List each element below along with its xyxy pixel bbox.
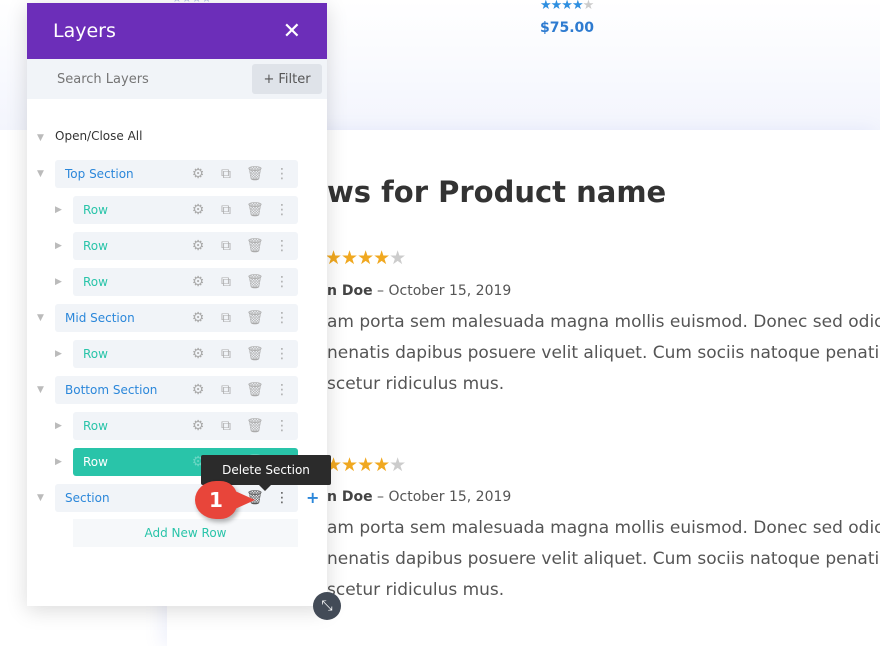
callout-badge: 1 bbox=[195, 481, 255, 519]
duplicate-icon[interactable]: ⧉ bbox=[218, 238, 234, 254]
layer-label: Bottom Section bbox=[65, 383, 158, 397]
layer-label: Row bbox=[83, 275, 108, 289]
layer-section[interactable]: Bottom Section ⚙ ⧉ 🗑︎ ⋮ bbox=[55, 376, 298, 404]
layers-header: Layers ✕ bbox=[27, 3, 327, 59]
caret-down-icon[interactable]: ▼ bbox=[37, 169, 44, 179]
layer-row[interactable]: Row ⚙ ⧉ 🗑︎ ⋮ bbox=[73, 196, 298, 224]
layer-actions: ⚙ ⧉ 🗑︎ ⋮ bbox=[190, 160, 290, 188]
caret-right-icon[interactable]: ▶ bbox=[55, 421, 62, 431]
trash-icon[interactable]: 🗑︎ bbox=[246, 382, 264, 398]
trash-icon[interactable]: 🗑︎ bbox=[246, 202, 264, 218]
gear-icon[interactable]: ⚙ bbox=[190, 346, 206, 362]
layer-actions: ⚙ ⧉ 🗑︎ ⋮ bbox=[190, 376, 290, 404]
gear-icon[interactable]: ⚙ bbox=[190, 310, 206, 326]
caret-down-icon[interactable]: ▼ bbox=[37, 133, 44, 143]
trash-icon[interactable]: 🗑︎ bbox=[246, 418, 264, 434]
layer-row[interactable]: Row ⚙ ⧉ 🗑︎ ⋮ bbox=[73, 232, 298, 260]
more-icon[interactable]: ⋮ bbox=[274, 166, 290, 182]
more-icon[interactable]: ⋮ bbox=[274, 310, 290, 326]
layer-actions: ⚙ ⧉ 🗑︎ ⋮ bbox=[190, 232, 290, 260]
trash-icon[interactable]: 🗑︎ bbox=[246, 346, 264, 362]
layers-panel: Layers ✕ +Filter ▼ Open/Close All ▼ Top S… bbox=[27, 3, 327, 606]
duplicate-icon[interactable]: ⧉ bbox=[218, 382, 234, 398]
gear-icon[interactable]: ⚙ bbox=[190, 274, 206, 290]
layer-label: Row bbox=[83, 239, 108, 253]
layer-label: Row bbox=[83, 347, 108, 361]
gear-icon[interactable]: ⚙ bbox=[190, 202, 206, 218]
review-author: n Doe – October 15, 2019 bbox=[327, 489, 512, 505]
layers-title: Layers bbox=[53, 20, 116, 42]
product-price: $75.00 bbox=[540, 20, 595, 36]
duplicate-icon[interactable]: ⧉ bbox=[218, 346, 234, 362]
layer-row[interactable]: Row ⚙ ⧉ 🗑︎ ⋮ bbox=[73, 412, 298, 440]
review-text: am porta sem malesuada magna mollis euis… bbox=[327, 518, 880, 600]
layer-label: Row bbox=[83, 203, 108, 217]
layer-row[interactable]: Row ⚙ ⧉ 🗑︎ ⋮ bbox=[73, 268, 298, 296]
more-icon[interactable]: ⋮ bbox=[274, 382, 290, 398]
layer-section[interactable]: Top Section ⚙ ⧉ 🗑︎ ⋮ bbox=[55, 160, 298, 188]
trash-icon[interactable]: 🗑︎ bbox=[246, 238, 264, 254]
more-icon[interactable]: ⋮ bbox=[274, 238, 290, 254]
trash-icon[interactable]: 🗑︎ bbox=[246, 166, 264, 182]
resize-icon[interactable]: ⤡ bbox=[313, 592, 341, 620]
review-text: am porta sem malesuada magna mollis euis… bbox=[327, 312, 880, 394]
search-bar: +Filter bbox=[27, 59, 327, 99]
caret-right-icon[interactable]: ▶ bbox=[55, 349, 62, 359]
caret-down-icon[interactable]: ▼ bbox=[37, 385, 44, 395]
trash-icon[interactable]: 🗑︎ bbox=[246, 310, 264, 326]
layer-row[interactable]: Row ⚙ ⧉ 🗑︎ ⋮ bbox=[73, 340, 298, 368]
add-new-row-button[interactable]: Add New Row bbox=[73, 519, 298, 547]
duplicate-icon[interactable]: ⧉ bbox=[218, 274, 234, 290]
caret-right-icon[interactable]: ▶ bbox=[55, 457, 62, 467]
gear-icon[interactable]: ⚙ bbox=[190, 382, 206, 398]
layer-label: Row bbox=[83, 455, 108, 469]
caret-down-icon[interactable]: ▼ bbox=[37, 493, 44, 503]
search-layers-input[interactable] bbox=[57, 71, 237, 87]
layer-actions: ⚙ ⧉ 🗑︎ ⋮ bbox=[190, 340, 290, 368]
layer-actions: ⚙ ⧉ 🗑︎ ⋮ bbox=[190, 304, 290, 332]
trash-icon[interactable]: 🗑︎ bbox=[246, 274, 264, 290]
gear-icon[interactable]: ⚙ bbox=[190, 238, 206, 254]
layer-actions: ⚙ ⧉ 🗑︎ ⋮ bbox=[190, 268, 290, 296]
caret-right-icon[interactable]: ▶ bbox=[55, 277, 62, 287]
close-icon[interactable]: ✕ bbox=[283, 19, 301, 44]
gear-icon[interactable]: ⚙ bbox=[190, 418, 206, 434]
duplicate-icon[interactable]: ⧉ bbox=[218, 166, 234, 182]
caret-right-icon[interactable]: ▶ bbox=[55, 241, 62, 251]
layer-actions: ⚙ ⧉ 🗑︎ ⋮ bbox=[190, 196, 290, 224]
layer-label: Top Section bbox=[65, 167, 134, 181]
more-icon[interactable]: ⋮ bbox=[274, 346, 290, 362]
add-section-icon[interactable]: + bbox=[306, 488, 319, 507]
review-author: n Doe – October 15, 2019 bbox=[327, 283, 512, 299]
open-close-all[interactable]: Open/Close All bbox=[55, 129, 142, 143]
layer-label: Section bbox=[65, 491, 110, 505]
layer-label: Mid Section bbox=[65, 311, 135, 325]
layer-section[interactable]: Mid Section ⚙ ⧉ 🗑︎ ⋮ bbox=[55, 304, 298, 332]
caret-down-icon[interactable]: ▼ bbox=[37, 313, 44, 323]
duplicate-icon[interactable]: ⧉ bbox=[218, 418, 234, 434]
review-stars: ★★★★★ bbox=[325, 454, 406, 476]
more-icon[interactable]: ⋮ bbox=[274, 202, 290, 218]
plus-icon: + bbox=[263, 71, 275, 87]
more-icon[interactable]: ⋮ bbox=[274, 490, 290, 506]
caret-right-icon[interactable]: ▶ bbox=[55, 205, 62, 215]
more-icon[interactable]: ⋮ bbox=[274, 418, 290, 434]
duplicate-icon[interactable]: ⧉ bbox=[218, 202, 234, 218]
more-icon[interactable]: ⋮ bbox=[274, 274, 290, 290]
review-stars: ★★★★★ bbox=[325, 247, 406, 269]
duplicate-icon[interactable]: ⧉ bbox=[218, 310, 234, 326]
layer-actions: ⚙ ⧉ 🗑︎ ⋮ bbox=[190, 412, 290, 440]
filter-button[interactable]: + Filter bbox=[252, 64, 322, 94]
product-rating-stars: ★★★★★ bbox=[540, 0, 594, 13]
layer-label: Row bbox=[83, 419, 108, 433]
reviews-heading: ws for Product name bbox=[327, 175, 667, 209]
gear-icon[interactable]: ⚙ bbox=[190, 166, 206, 182]
